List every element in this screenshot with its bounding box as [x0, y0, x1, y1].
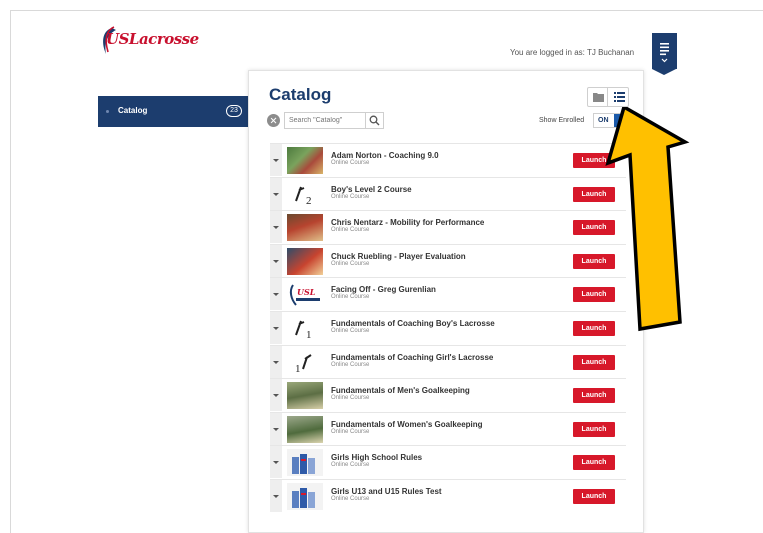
- list-icon: [614, 92, 625, 102]
- expand-chevron-icon[interactable]: [270, 244, 282, 277]
- course-type: Online Course: [331, 193, 370, 200]
- course-thumbnail: 1: [287, 348, 323, 376]
- course-type: Online Course: [331, 428, 370, 435]
- catalog-panel: Catalog Show Enrolled ON: [248, 70, 644, 533]
- expand-chevron-icon[interactable]: [270, 278, 282, 311]
- list-item: Girls U13 and U15 Rules Test Online Cour…: [270, 478, 626, 513]
- list-item: Girls High School Rules Online Course La…: [270, 445, 626, 479]
- logo-text: USLacrosse: [106, 30, 199, 48]
- search-bar: [267, 112, 385, 129]
- launch-button[interactable]: Launch: [573, 488, 615, 504]
- course-name[interactable]: Fundamentals of Coaching Girl's Lacrosse: [331, 353, 493, 362]
- course-thumbnail: [287, 482, 323, 510]
- list-item: Fundamentals of Women's Goalkeeping Onli…: [270, 411, 626, 446]
- search-icon: [369, 115, 380, 126]
- level-1-girls-icon: 1: [295, 353, 312, 375]
- course-type: Online Course: [331, 260, 370, 267]
- expand-chevron-icon[interactable]: [270, 446, 282, 479]
- annotation-arrow-icon: [605, 107, 690, 332]
- course-name[interactable]: Fundamentals of Women's Goalkeeping: [331, 420, 483, 429]
- page-title: Catalog: [269, 85, 332, 104]
- course-name[interactable]: Boy's Level 2 Course: [331, 185, 412, 194]
- svg-text:USL: USL: [297, 287, 316, 297]
- course-name[interactable]: Chris Nentarz - Mobility for Performance: [331, 218, 484, 227]
- course-thumbnail: [287, 415, 323, 443]
- course-type: Online Course: [331, 495, 370, 502]
- course-name[interactable]: Fundamentals of Men's Goalkeeping: [331, 386, 470, 395]
- folder-view-button[interactable]: [588, 88, 608, 106]
- course-type: Online Course: [331, 462, 370, 469]
- menu-icon: [660, 43, 669, 63]
- view-toggle: [587, 87, 629, 107]
- list-item: Adam Norton - Coaching 9.0 Online Course…: [270, 143, 626, 177]
- course-thumbnail: 1: [287, 314, 323, 342]
- expand-chevron-icon[interactable]: [270, 345, 282, 378]
- rulebooks-icon: [292, 454, 315, 475]
- expand-chevron-icon[interactable]: [270, 311, 282, 344]
- expand-chevron-icon[interactable]: [270, 412, 282, 445]
- expand-chevron-icon[interactable]: [270, 144, 282, 176]
- course-thumbnail: [287, 449, 323, 477]
- course-type: Online Course: [331, 294, 370, 301]
- course-name[interactable]: Facing Off - Greg Gurenlian: [331, 285, 436, 294]
- logged-in-user-text: You are logged in as: TJ Buchanan: [510, 48, 635, 57]
- clear-search-icon[interactable]: [267, 114, 280, 127]
- list-item: Chuck Ruebling - Player Evaluation Onlin…: [270, 243, 626, 278]
- sidebar-item-count-badge: 23: [226, 105, 242, 117]
- search-input[interactable]: [284, 112, 366, 129]
- list-view-button[interactable]: [609, 88, 629, 106]
- list-item: USL Facing Off - Greg Gurenlian Online C…: [270, 277, 626, 311]
- course-list: Adam Norton - Coaching 9.0 Online Course…: [270, 143, 626, 513]
- expand-chevron-icon[interactable]: [270, 177, 282, 210]
- rulebooks-icon: [292, 487, 315, 508]
- list-item: Chris Nentarz - Mobility for Performance…: [270, 210, 626, 244]
- course-thumbnail: [287, 147, 323, 174]
- launch-button[interactable]: Launch: [573, 455, 615, 471]
- course-thumbnail: USL: [287, 281, 323, 309]
- bullet-icon: [106, 110, 109, 113]
- expand-chevron-icon[interactable]: [270, 211, 282, 244]
- launch-button[interactable]: Launch: [573, 388, 615, 404]
- course-name[interactable]: Chuck Ruebling - Player Evaluation: [331, 252, 466, 261]
- course-name[interactable]: Girls High School Rules: [331, 453, 422, 462]
- sidebar-item-catalog[interactable]: Catalog 23: [98, 96, 248, 127]
- list-item: 1 Fundamentals of Coaching Boy's Lacross…: [270, 310, 626, 345]
- show-enrolled-label: Show Enrolled: [539, 117, 585, 124]
- course-thumbnail: [287, 214, 323, 242]
- expand-chevron-icon[interactable]: [270, 479, 282, 512]
- launch-button[interactable]: Launch: [573, 421, 615, 437]
- course-type: Online Course: [331, 227, 370, 234]
- list-item: Fundamentals of Men's Goalkeeping Online…: [270, 378, 626, 412]
- course-thumbnail: [287, 247, 323, 275]
- menu-button[interactable]: [652, 33, 677, 75]
- expand-chevron-icon[interactable]: [270, 379, 282, 412]
- uslacrosse-logo[interactable]: USLacrosse: [96, 26, 199, 56]
- course-type: Online Course: [331, 361, 370, 368]
- course-thumbnail: [287, 382, 323, 410]
- course-name[interactable]: Adam Norton - Coaching 9.0: [331, 151, 439, 160]
- svg-text:1: 1: [295, 363, 301, 375]
- course-type: Online Course: [331, 395, 370, 402]
- uslacrosse-logo-icon: USL: [289, 284, 320, 307]
- list-item: 2 Boy's Level 2 Course Online Course Lau…: [270, 176, 626, 211]
- course-name[interactable]: Girls U13 and U15 Rules Test: [331, 487, 442, 496]
- course-type: Online Course: [331, 327, 370, 334]
- level-1-icon: 1: [295, 320, 312, 341]
- level-2-icon: 2: [295, 186, 312, 207]
- svg-text:2: 2: [306, 195, 312, 207]
- search-button[interactable]: [366, 112, 384, 129]
- course-type: Online Course: [331, 160, 370, 166]
- sidebar-item-label: Catalog: [118, 106, 148, 115]
- course-name[interactable]: Fundamentals of Coaching Boy's Lacrosse: [331, 319, 495, 328]
- folder-icon: [593, 93, 604, 102]
- course-thumbnail: 2: [287, 180, 323, 208]
- list-item: 1 Fundamentals of Coaching Girl's Lacros…: [270, 344, 626, 379]
- svg-text:1: 1: [306, 329, 312, 341]
